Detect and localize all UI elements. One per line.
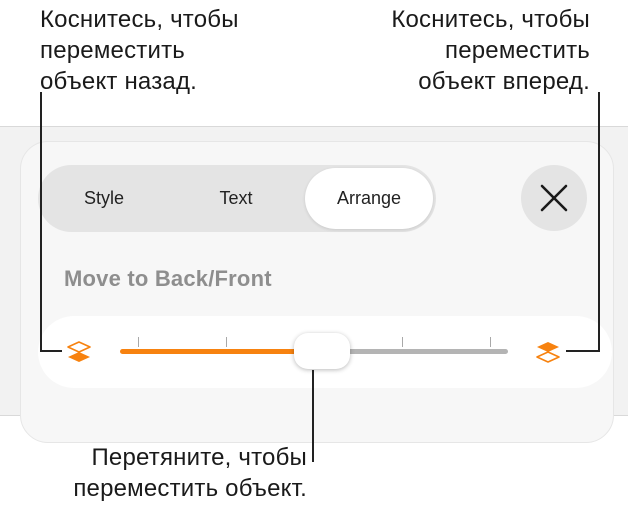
leader-line-front <box>598 92 600 352</box>
tab-arrange[interactable]: Arrange <box>305 168 433 229</box>
callout-line: объект назад. <box>40 68 198 95</box>
slider-tick <box>226 337 227 347</box>
slider-thumb[interactable] <box>293 333 350 369</box>
callout-line: переместить <box>445 37 590 64</box>
callout-line: Перетяните, чтобы <box>91 444 307 471</box>
callout-line: Коснитесь, чтобы <box>40 6 239 33</box>
move-to-back-icon <box>67 341 91 362</box>
callout-line: объект вперед. <box>418 68 590 95</box>
callout-line: переместить объект. <box>73 475 307 502</box>
tab-style[interactable]: Style <box>58 165 150 232</box>
move-to-front-icon <box>536 342 560 363</box>
leader-line-drag <box>312 370 314 462</box>
callout-line: переместить <box>40 37 185 64</box>
close-button[interactable] <box>521 165 587 231</box>
callout-line: Коснитесь, чтобы <box>391 6 590 33</box>
leader-line-back <box>40 92 42 352</box>
tab-text[interactable]: Text <box>188 165 284 232</box>
slider-tick <box>402 337 403 347</box>
close-icon <box>540 184 568 212</box>
leader-line-front-tip <box>566 350 600 352</box>
callout-move-back: Коснитесь, чтобы переместить объект наза… <box>40 4 239 97</box>
slider-tick <box>138 337 139 347</box>
slider-track-filled <box>120 349 322 354</box>
leader-line-back-tip <box>40 350 62 352</box>
section-title: Move to Back/Front <box>64 266 272 291</box>
callout-move-front: Коснитесь, чтобы переместить объект впер… <box>391 4 590 97</box>
move-to-front-button[interactable] <box>535 339 561 370</box>
tab-bar: Style Text Arrange <box>38 165 436 232</box>
tab-style-label: Style <box>83 188 125 208</box>
callout-drag: Перетяните, чтобы переместить объект. <box>73 442 307 504</box>
tab-text-label: Text <box>219 188 253 208</box>
tab-arrange-label: Arrange <box>336 188 402 208</box>
slider-tick <box>490 337 491 347</box>
move-to-back-button[interactable] <box>66 339 92 370</box>
